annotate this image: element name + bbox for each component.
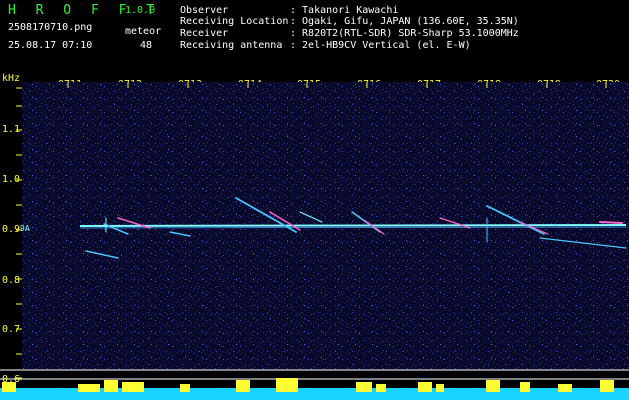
freq-label-0.9: 0.9 — [2, 224, 21, 235]
freq-label-0.7: 0.7 — [2, 324, 21, 335]
marker-label: 9A — [20, 224, 30, 233]
file-name: 2508170710.png — [8, 22, 93, 33]
date-time: 25.08.17 07:10 — [8, 40, 93, 51]
info-value-observer: : Takanori Kawachi — [290, 5, 399, 16]
info-value-antenna: : 2el-HB9CV Vertical (el. E-W) — [290, 40, 471, 51]
freq-label-0.6: 0.6 — [2, 374, 21, 385]
info-label-location: Receiving Location — [180, 16, 289, 27]
meteor-count: 48 — [140, 40, 153, 51]
app-version: 1.0.0 — [125, 5, 156, 16]
freq-label-1.0: 1.0 — [2, 174, 21, 185]
freq-label-0.8: 0.8 — [2, 275, 21, 286]
spectrogram-plot — [0, 82, 629, 400]
info-value-receiver: : R820T2(RTL-SDR) SDR-Sharp 53.1000MHz — [290, 28, 519, 39]
info-label-observer: Observer — [180, 5, 229, 16]
hrofft-window: H R O F F T 1.0.0 2508170710.png meteor … — [0, 0, 629, 400]
info-label-antenna: Receiving antenna — [180, 40, 283, 51]
info-value-location: : Ogaki, Gifu, JAPAN (136.60E, 35.35N) — [290, 16, 519, 27]
info-label-receiver: Receiver — [180, 28, 229, 39]
freq-label-1.1: 1.1 — [2, 124, 21, 135]
meteor-label: meteor — [125, 26, 162, 37]
carrier-trace — [79, 224, 627, 227]
